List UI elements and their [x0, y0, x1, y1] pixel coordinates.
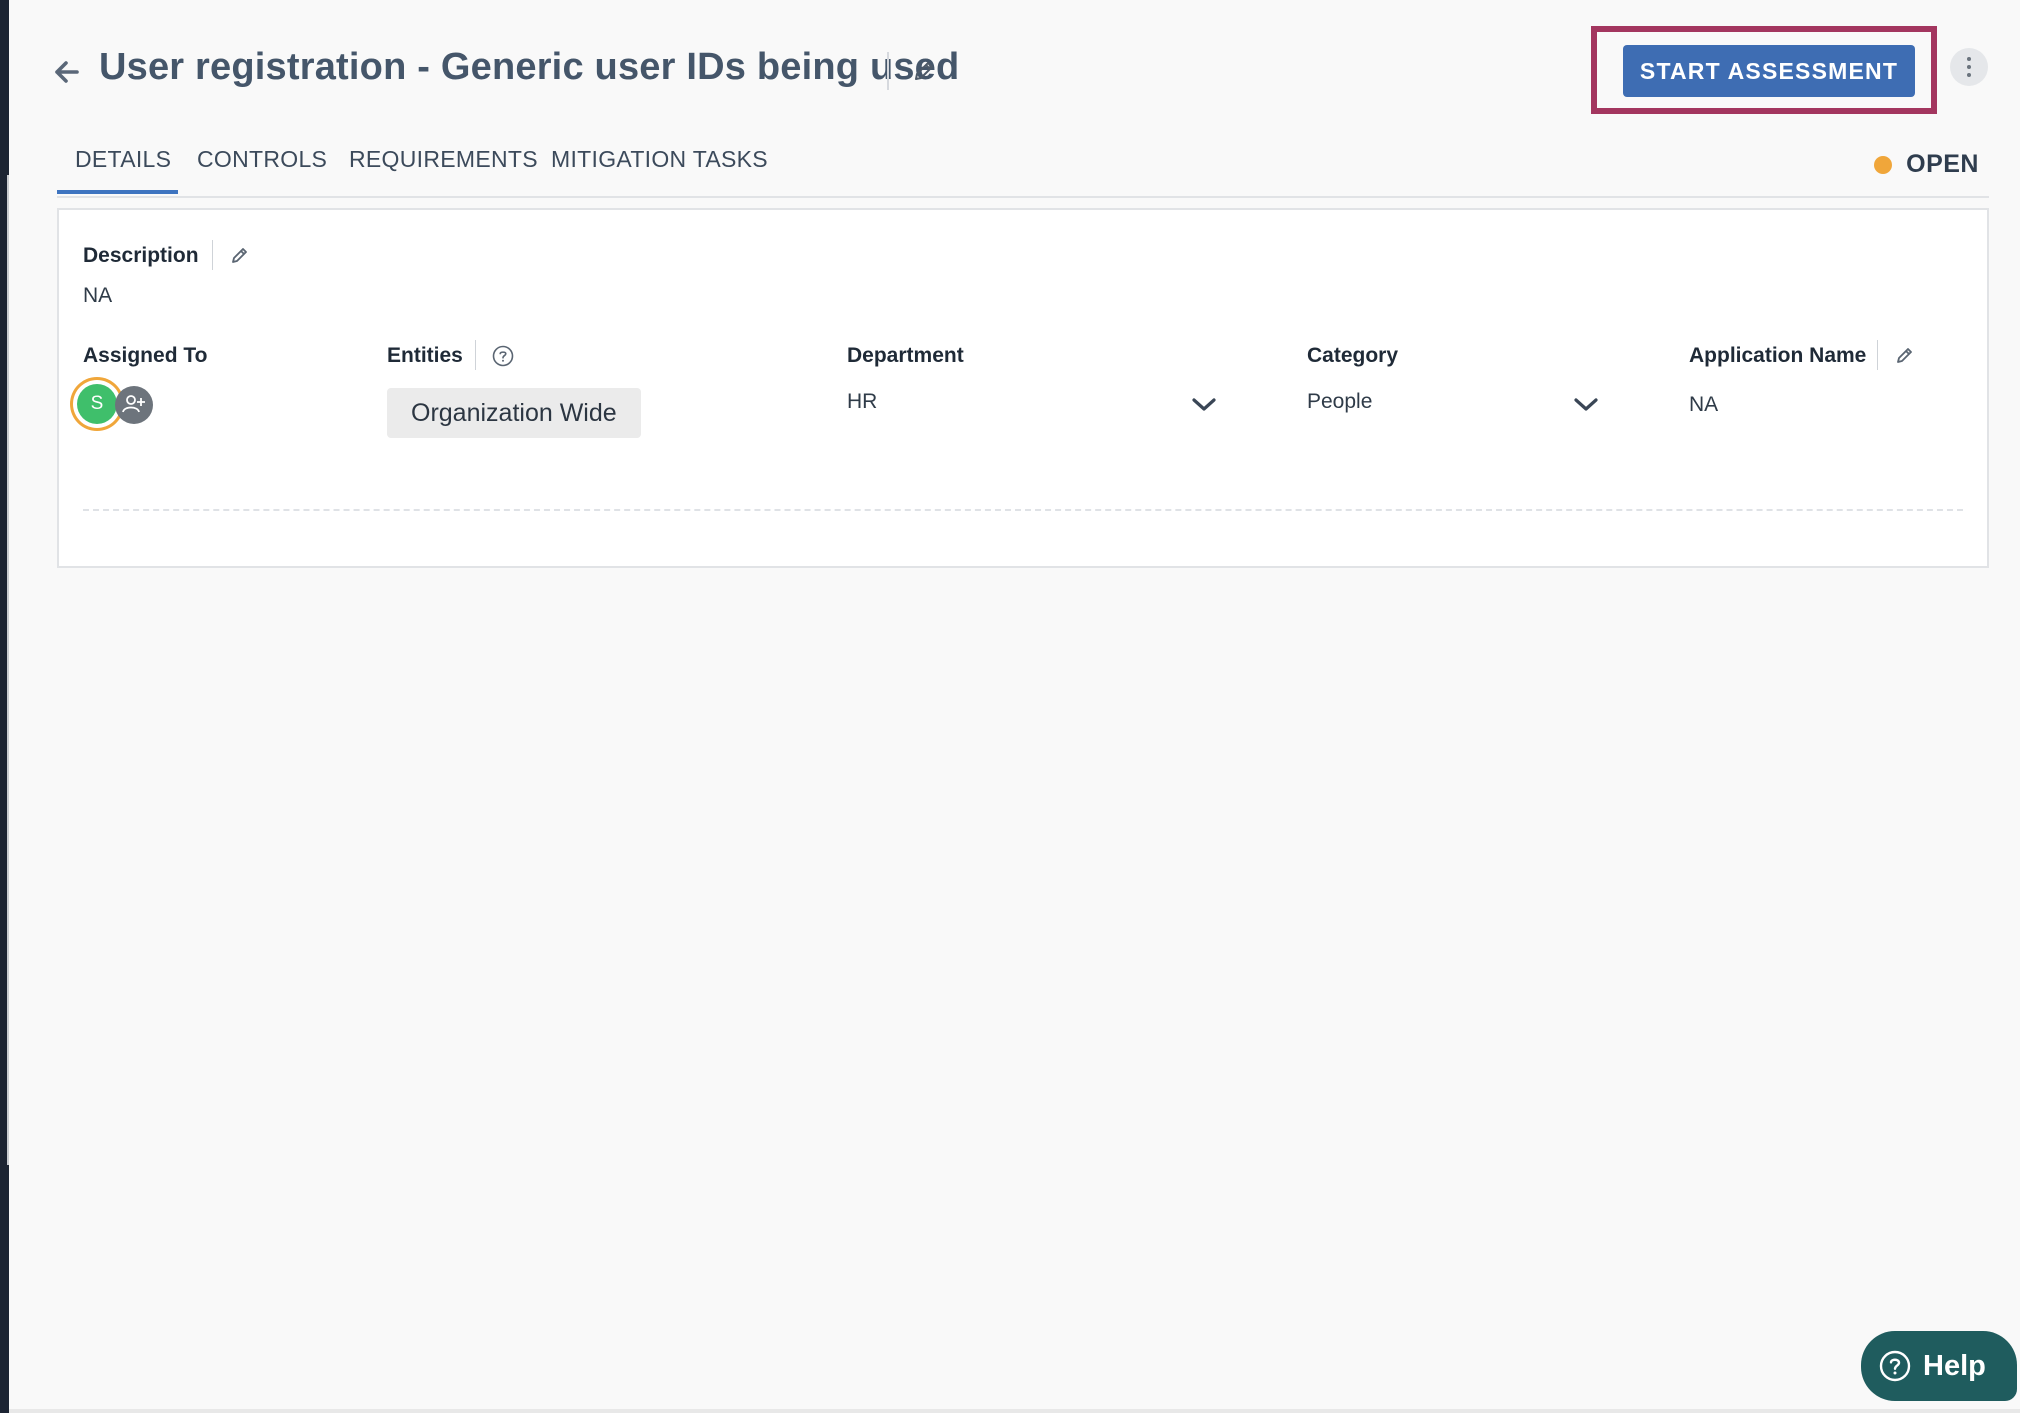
help-label: Help [1923, 1349, 1986, 1382]
page-title: User registration - Generic user IDs bei… [99, 46, 960, 88]
department-select[interactable]: HR [847, 390, 1217, 430]
tab-requirements[interactable]: REQUIREMENTS [349, 146, 538, 173]
department-value: HR [847, 390, 878, 413]
pencil-icon[interactable] [911, 58, 937, 84]
title-divider [887, 52, 889, 90]
arrow-left-icon[interactable] [47, 52, 87, 92]
question-circle-icon [1879, 1350, 1911, 1382]
add-assignee-button[interactable] [115, 386, 153, 424]
chevron-down-icon [1192, 398, 1216, 411]
question-circle-icon[interactable] [492, 345, 514, 367]
status-label: OPEN [1906, 150, 1979, 178]
entities-divider [475, 340, 476, 370]
vertical-dots-icon [1967, 57, 1971, 61]
category-value: People [1307, 390, 1373, 413]
application-name-label: Application Name [1689, 344, 1867, 367]
entity-chip[interactable]: Organization Wide [387, 388, 641, 438]
status-badge: OPEN [1874, 150, 1979, 179]
help-button[interactable]: Help [1861, 1331, 2017, 1401]
tab-controls[interactable]: CONTROLS [197, 146, 327, 173]
application-name-value: NA [1689, 393, 1719, 416]
description-divider [212, 240, 213, 270]
details-card: Description NA Assigned To S Entities Or… [57, 208, 1989, 568]
left-sidebar-edge [0, 0, 9, 1413]
risk-detail-page: User registration - Generic user IDs bei… [9, 0, 2020, 1413]
vertical-dots-icon [1967, 65, 1971, 69]
tab-details[interactable]: DETAILS [75, 146, 171, 173]
pencil-icon[interactable] [1894, 344, 1916, 366]
assigned-to-label: Assigned To [83, 344, 208, 367]
entities-label: Entities [387, 344, 463, 367]
bottom-edge [9, 1409, 2020, 1413]
department-label: Department [847, 344, 964, 367]
section-divider [83, 509, 1963, 511]
status-dot [1874, 155, 1893, 174]
description-label: Description [83, 244, 199, 267]
pencil-icon[interactable] [229, 244, 251, 266]
tab-bar: DETAILS CONTROLS REQUIREMENTS MITIGATION… [57, 130, 1989, 198]
vertical-dots-icon [1967, 73, 1971, 77]
start-assessment-button[interactable]: START ASSESSMENT [1623, 45, 1915, 97]
add-user-icon [122, 395, 145, 413]
application-name-divider [1877, 340, 1878, 370]
description-value: NA [83, 284, 113, 307]
chevron-down-icon [1574, 398, 1598, 411]
category-label: Category [1307, 344, 1399, 367]
tab-mitigation-tasks[interactable]: MITIGATION TASKS [551, 146, 768, 173]
category-select[interactable]: People [1307, 390, 1607, 430]
more-options-button[interactable] [1950, 48, 1988, 86]
tab-active-indicator [57, 190, 178, 194]
avatar[interactable]: S [77, 384, 117, 424]
